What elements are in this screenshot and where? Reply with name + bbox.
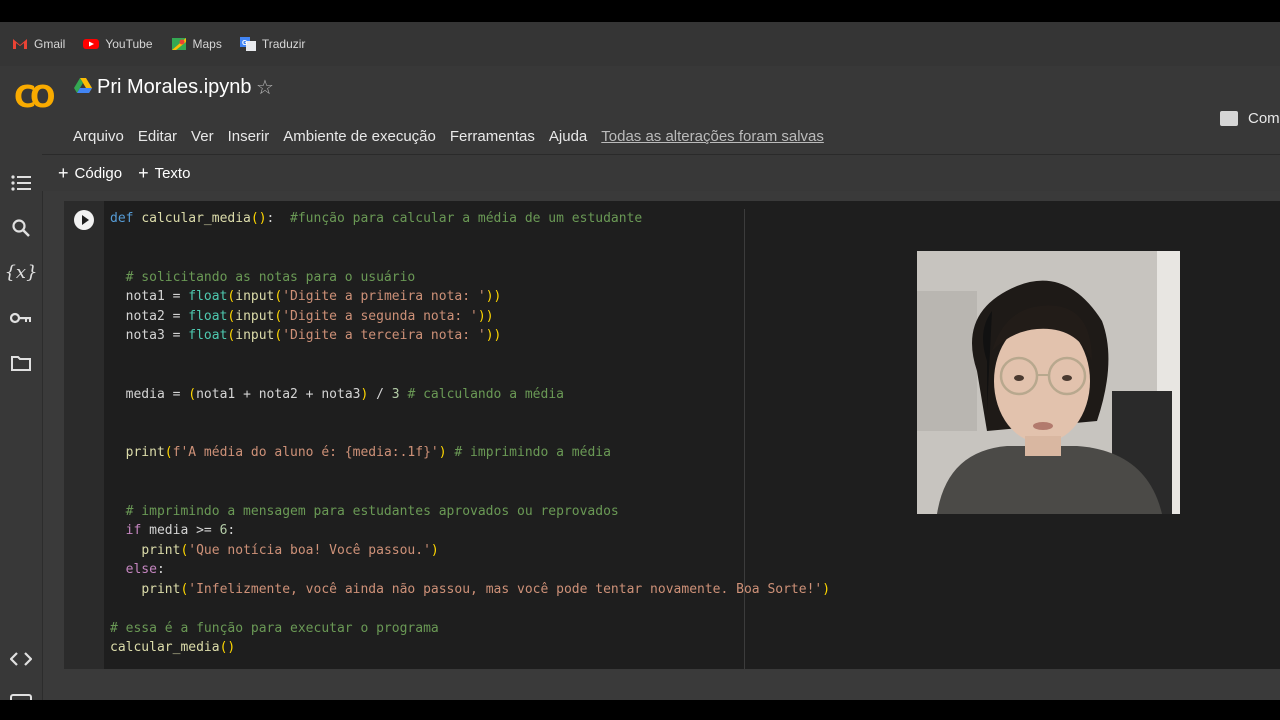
menu-inserir[interactable]: Inserir — [228, 128, 270, 145]
code-line[interactable]: def calcular_media(): #função para calcu… — [110, 209, 830, 229]
comment-icon — [1220, 111, 1238, 126]
terminal-icon[interactable] — [10, 692, 32, 700]
translate-icon: G — [239, 37, 256, 51]
code-line[interactable]: # imprimindo a mensagem para estudantes … — [110, 502, 830, 522]
code-snippets-icon[interactable] — [10, 648, 32, 670]
code-line[interactable] — [110, 424, 830, 444]
table-of-contents-icon[interactable] — [10, 172, 32, 194]
save-status-link[interactable]: Todas as alterações foram salvas — [601, 128, 824, 145]
code-line[interactable]: nota3 = float(input('Digite a terceira n… — [110, 326, 830, 346]
menu-ferramentas[interactable]: Ferramentas — [450, 128, 535, 145]
code-line[interactable] — [110, 463, 830, 483]
notebook-header: CO Pri Morales.ipynb ☆ Arquivo Editar Ve… — [0, 66, 1280, 154]
code-line[interactable]: media = (nota1 + nota2 + nota3) / 3 # ca… — [110, 385, 830, 405]
menu-arquivo[interactable]: Arquivo — [73, 128, 124, 145]
code-line[interactable] — [110, 248, 830, 268]
comment-label: Come — [1248, 110, 1280, 127]
plus-icon: + — [58, 162, 69, 183]
add-code-cell-button[interactable]: + Código — [58, 163, 122, 184]
bookmarks-bar: Gmail YouTube Maps G Traduzir — [0, 22, 1280, 66]
code-line[interactable]: else: — [110, 560, 830, 580]
presenter-video-frame — [917, 251, 1180, 514]
webcam-overlay — [917, 251, 1180, 514]
code-line[interactable]: # solicitando as notas para o usuário — [110, 268, 830, 288]
code-line[interactable]: # essa é a função para executar o progra… — [110, 619, 830, 639]
bookmark-label: Gmail — [34, 37, 66, 51]
bookmark-maps[interactable]: Maps — [171, 37, 222, 51]
maps-icon — [171, 37, 187, 51]
code-line[interactable]: nota2 = float(input('Digite a segunda no… — [110, 307, 830, 327]
plus-icon: + — [138, 162, 149, 183]
youtube-icon — [83, 37, 100, 51]
code-line[interactable]: if media >= 6: — [110, 521, 830, 541]
code-line[interactable] — [110, 482, 830, 502]
google-drive-icon[interactable] — [74, 78, 92, 94]
letterbox-bar — [0, 700, 1280, 720]
menu-editar[interactable]: Editar — [138, 128, 177, 145]
bookmark-label: Maps — [192, 37, 222, 51]
colab-logo[interactable]: CO — [14, 80, 60, 115]
add-code-label: Código — [74, 164, 123, 182]
bookmark-gmail[interactable]: Gmail — [12, 37, 65, 51]
left-sidebar: {x} — [0, 154, 43, 700]
code-line[interactable]: print(f'A média do aluno é: {media:.1f}'… — [110, 443, 830, 463]
bookmark-translate[interactable]: G Traduzir — [239, 37, 306, 51]
files-folder-icon[interactable] — [10, 352, 32, 374]
variables-icon[interactable]: {x} — [4, 261, 37, 283]
cell-gutter — [64, 201, 104, 669]
gmail-icon — [12, 37, 28, 51]
code-line[interactable] — [110, 365, 830, 385]
run-cell-button[interactable] — [74, 210, 94, 230]
code-line[interactable] — [110, 346, 830, 366]
comment-button[interactable]: Come — [1220, 110, 1280, 127]
code-line[interactable] — [110, 229, 830, 249]
bookmark-youtube[interactable]: YouTube — [83, 37, 153, 51]
search-icon[interactable] — [10, 217, 32, 239]
menu-ajuda[interactable]: Ajuda — [549, 128, 587, 145]
menu-ver[interactable]: Ver — [191, 128, 214, 145]
add-text-label: Texto — [154, 164, 191, 182]
cell-toolbar: + Código + Texto — [42, 154, 1280, 191]
code-editor[interactable]: def calcular_media(): #função para calcu… — [110, 209, 830, 658]
menu-ambiente[interactable]: Ambiente de execução — [283, 128, 436, 145]
svg-text:G: G — [242, 40, 248, 47]
star-icon[interactable]: ☆ — [256, 75, 274, 100]
code-line[interactable]: print('Que notícia boa! Você passou.') — [110, 541, 830, 561]
code-line[interactable] — [110, 599, 830, 619]
menu-bar: Arquivo Editar Ver Inserir Ambiente de e… — [73, 128, 838, 145]
code-line[interactable]: print('Infelizmente, você ainda não pass… — [110, 580, 830, 600]
code-line[interactable]: nota1 = float(input('Digite a primeira n… — [110, 287, 830, 307]
code-line[interactable]: calcular_media() — [110, 638, 830, 658]
bookmark-label: YouTube — [105, 37, 153, 51]
add-text-cell-button[interactable]: + Texto — [138, 163, 190, 184]
bookmark-label: Traduzir — [261, 37, 306, 51]
code-line[interactable] — [110, 404, 830, 424]
notebook-title[interactable]: Pri Morales.ipynb — [97, 76, 252, 99]
browser-window: Gmail YouTube Maps G Traduzir CO Pri Mor… — [0, 22, 1280, 700]
secrets-key-icon[interactable] — [10, 307, 32, 329]
